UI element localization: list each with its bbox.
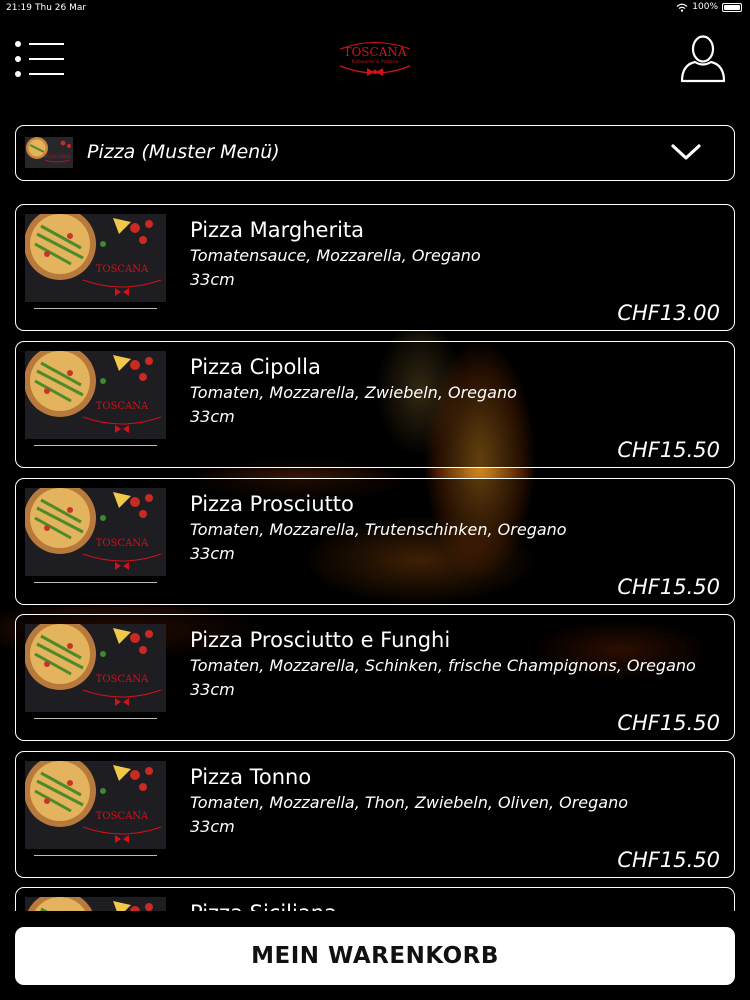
item-name: Pizza Margherita [190, 218, 365, 242]
category-dropdown[interactable]: TOSCANA Pizza (Muster Menü) [15, 125, 735, 181]
item-size: 33cm [190, 680, 235, 699]
user-profile-icon[interactable] [680, 34, 726, 84]
item-description: Tomatensauce, Mozzarella, Oregano [190, 246, 481, 265]
item-name: Pizza Prosciutto [190, 492, 354, 516]
item-price: CHF15.50 [617, 438, 720, 462]
menu-item[interactable]: TOSCANA Pizza Prosciutto e Funghi Tomate… [15, 614, 735, 741]
battery-icon [722, 2, 742, 12]
thumbnail-divider [34, 718, 157, 719]
status-date: Thu 26 Mar [35, 3, 87, 13]
item-name: Pizza Siciliana [190, 901, 337, 911]
chevron-down-icon[interactable] [670, 142, 702, 162]
menu-item[interactable]: TOSCANA Pizza Tonno Tomaten, Mozzarella,… [15, 751, 735, 878]
svg-text:TOSCANA: TOSCANA [96, 401, 149, 412]
item-price: CHF15.50 [617, 848, 720, 872]
pizza-thumbnail [25, 897, 166, 911]
item-name: Pizza Cipolla [190, 355, 321, 379]
item-size: 33cm [190, 544, 235, 563]
pizza-thumbnail: TOSCANA [25, 488, 166, 576]
pizza-thumbnail: TOSCANA [25, 214, 166, 302]
status-bar: 21:19 Thu 26 Mar 100% [0, 0, 750, 16]
category-label: Pizza (Muster Menü) [87, 141, 280, 163]
svg-text:TOSCANA: TOSCANA [343, 45, 406, 59]
pizza-thumbnail: TOSCANA [25, 761, 166, 849]
cart-button-label: MEIN WARENKORB [251, 943, 499, 969]
svg-text:TOSCANA: TOSCANA [44, 154, 71, 160]
thumbnail-divider [34, 308, 157, 309]
item-name: Pizza Prosciutto e Funghi [190, 628, 451, 652]
menu-item[interactable]: TOSCANA Pizza Margherita Tomatensauce, M… [15, 204, 735, 331]
svg-text:TOSCANA: TOSCANA [96, 674, 149, 685]
item-price: CHF15.50 [617, 575, 720, 599]
menu-item[interactable]: TOSCANA Pizza Cipolla Tomaten, Mozzarell… [15, 341, 735, 468]
menu-item-list[interactable]: TOSCANA Pizza Margherita Tomatensauce, M… [0, 204, 750, 911]
item-name: Pizza Tonno [190, 765, 312, 789]
item-description: Tomaten, Mozzarella, Zwiebeln, Oregano [190, 383, 517, 402]
item-description: Tomaten, Mozzarella, Schinken, frische C… [190, 656, 696, 675]
item-size: 33cm [190, 270, 235, 289]
category-thumbnail: TOSCANA [25, 137, 73, 168]
menu-item[interactable]: Pizza Siciliana [15, 887, 735, 911]
pizza-thumbnail: TOSCANA [25, 351, 166, 439]
pizza-thumbnail: TOSCANA [25, 624, 166, 712]
status-indicators: 100% [676, 2, 742, 12]
status-time: 21:19 [6, 3, 32, 13]
svg-text:TOSCANA: TOSCANA [96, 264, 149, 275]
item-description: Tomaten, Mozzarella, Trutenschinken, Ore… [190, 520, 567, 539]
svg-text:TOSCANA: TOSCANA [96, 811, 149, 822]
item-price: CHF13.00 [617, 301, 720, 325]
thumbnail-divider [34, 582, 157, 583]
battery-percent: 100% [692, 2, 718, 12]
menu-item[interactable]: TOSCANA Pizza Prosciutto Tomaten, Mozzar… [15, 478, 735, 605]
item-size: 33cm [190, 817, 235, 836]
svg-text:TOSCANA: TOSCANA [96, 538, 149, 549]
thumbnail-divider [34, 855, 157, 856]
wifi-icon [676, 3, 688, 12]
thumbnail-divider [34, 445, 157, 446]
cart-button[interactable]: MEIN WARENKORB [15, 927, 735, 985]
item-description: Tomaten, Mozzarella, Thon, Zwiebeln, Oli… [190, 793, 629, 812]
item-price: CHF15.50 [617, 711, 720, 735]
item-size: 33cm [190, 407, 235, 426]
toscana-logo: TOSCANA Ristorante & Pizzeria [339, 42, 411, 76]
svg-text:Ristorante & Pizzeria: Ristorante & Pizzeria [352, 59, 399, 65]
hamburger-menu-icon[interactable] [15, 41, 65, 77]
